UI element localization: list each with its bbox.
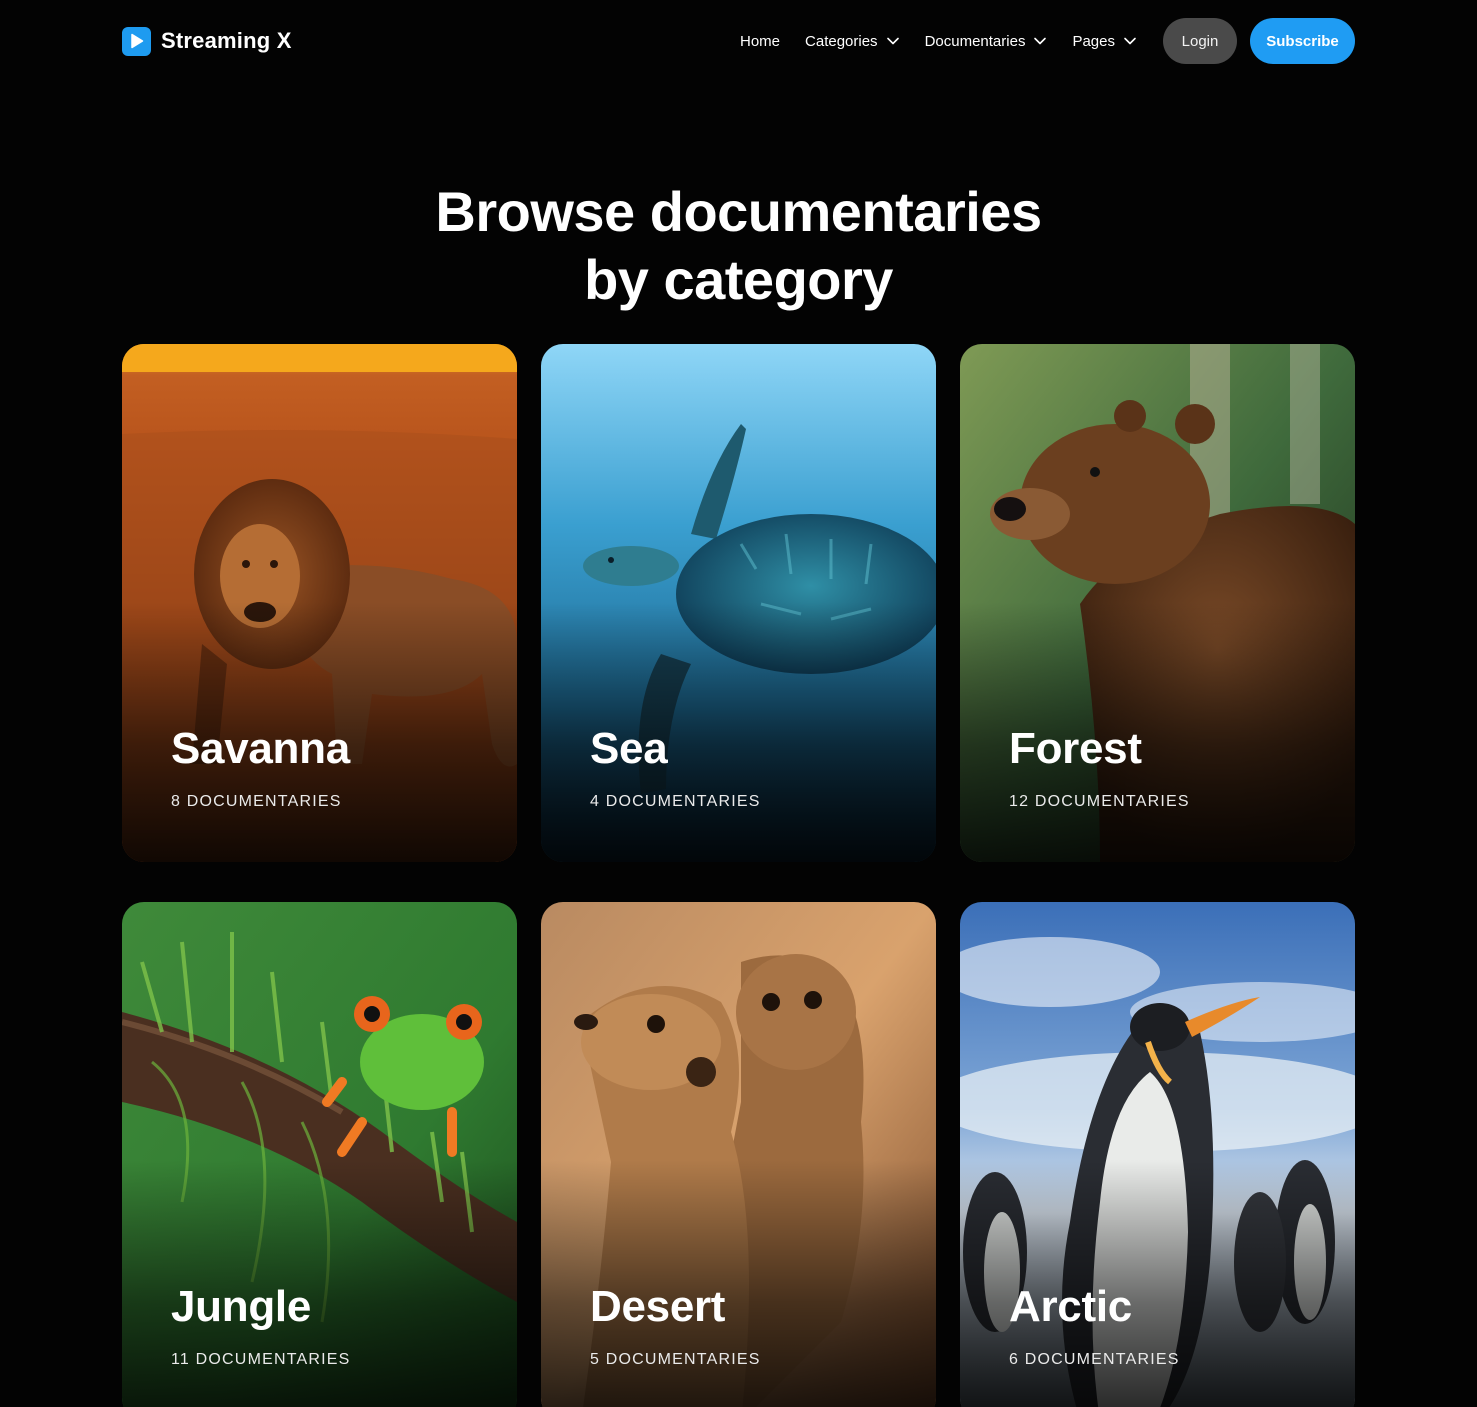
category-title: Jungle [171,1282,311,1331]
documentary-count: 4 DOCUMENTARIES [590,793,761,810]
nav-categories[interactable]: Categories [805,33,900,50]
category-title: Sea [590,724,668,773]
nav-home[interactable]: Home [740,33,780,50]
chevron-down-icon [886,37,899,45]
documentary-count: 12 DOCUMENTARIES [1009,793,1190,810]
category-title: Savanna [171,724,350,773]
page: Streaming X Home Categories Documentarie… [0,0,1477,1407]
login-button[interactable]: Login [1163,18,1237,64]
brand-name: Streaming X [161,28,292,53]
play-icon [122,26,151,56]
category-card-arctic[interactable]: Arctic 6 DOCUMENTARIES [960,902,1355,1407]
category-card-sea[interactable]: Sea 4 DOCUMENTARIES [541,344,936,862]
category-title: Desert [590,1282,726,1331]
documentary-count: 5 DOCUMENTARIES [590,1351,761,1368]
chevron-down-icon [1124,37,1136,45]
nav-pages-label: Pages [1072,32,1115,50]
category-title: Arctic [1009,1282,1132,1331]
subscribe-button[interactable]: Subscribe [1250,18,1355,64]
category-card-forest[interactable]: Forest 12 DOCUMENTARIES [960,344,1355,862]
documentary-count: 6 DOCUMENTARIES [1009,1351,1180,1368]
nav-pages[interactable]: Pages [1072,33,1137,50]
page-title-line-1: Browse documentaries [435,180,1042,243]
chevron-down-icon [1034,37,1047,45]
site-header: Streaming X Home Categories Documentarie… [122,18,1355,64]
nav-categories-label: Categories [805,32,878,50]
brand-logo-link[interactable]: Streaming X [122,26,292,56]
category-card-jungle[interactable]: Jungle 11 DOCUMENTARIES [122,902,517,1407]
category-title: Forest [1009,724,1142,773]
category-card-savanna[interactable]: Savanna 8 DOCUMENTARIES [122,344,517,862]
category-card-desert[interactable]: Desert 5 DOCUMENTARIES [541,902,936,1407]
main-nav: Home Categories Documentaries Pages Logi… [740,18,1355,64]
nav-documentaries[interactable]: Documentaries [925,33,1048,50]
page-title: Browse documentaries by category [0,178,1477,314]
page-title-line-2: by category [584,248,893,311]
nav-home-label: Home [740,32,781,50]
documentary-count: 8 DOCUMENTARIES [171,793,342,810]
nav-documentaries-label: Documentaries [924,32,1026,50]
documentary-count: 11 DOCUMENTARIES [171,1351,351,1368]
